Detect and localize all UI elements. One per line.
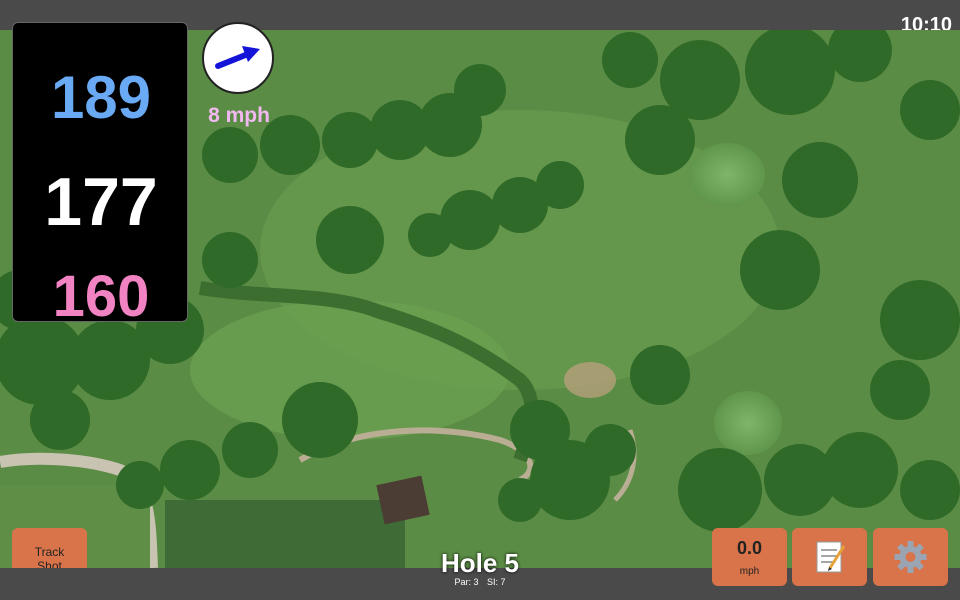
hole-title: Hole 5 — [440, 548, 520, 578]
gear-icon — [894, 541, 927, 573]
wind-button-value: 0.0 — [736, 538, 763, 558]
hole-par: Par: 3 — [454, 577, 479, 587]
wind-button-unit: mph — [739, 566, 760, 577]
wind-speed-label: 8 mph — [208, 104, 270, 127]
distance-panel: 189 177 160 — [12, 22, 188, 329]
notes-button[interactable] — [792, 528, 867, 586]
wind-arrow-icon — [215, 46, 260, 69]
wind-speed-button[interactable]: 0.0 mph — [712, 528, 787, 586]
middle-distance: 177 — [44, 164, 158, 240]
settings-button[interactable] — [873, 528, 948, 586]
green-top — [689, 143, 765, 207]
wind-direction-indicator — [202, 22, 274, 94]
hole-info: Par: 3 SI: 7 — [380, 577, 580, 587]
track-shot-label-line1: Track — [34, 545, 65, 559]
back-distance: 189 — [50, 64, 152, 131]
green-target — [714, 391, 782, 455]
hole-stroke-index: SI: 7 — [487, 577, 506, 587]
notepad-icon — [816, 541, 846, 573]
front-distance: 160 — [52, 264, 150, 329]
